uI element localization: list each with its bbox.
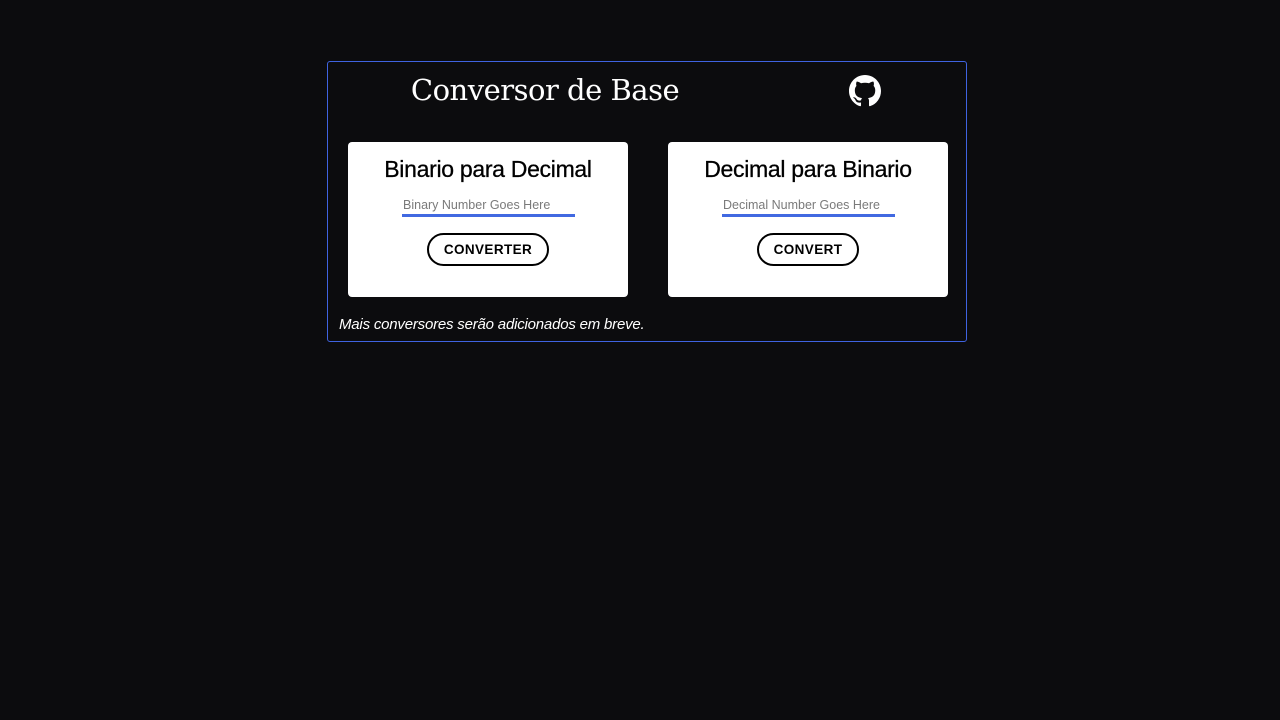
page-title: Conversor de Base xyxy=(410,73,680,107)
convert-binary-button[interactable]: CONVERTER xyxy=(427,233,549,266)
decimal-number-input[interactable] xyxy=(722,195,895,217)
decimal-to-binary-heading: Decimal para Binario xyxy=(704,156,912,182)
github-link[interactable] xyxy=(849,75,881,107)
convert-decimal-button[interactable]: CONVERT xyxy=(757,233,859,266)
converter-panel: Conversor de Base Binario para Decimal C… xyxy=(327,61,967,342)
binary-to-decimal-card: Binario para Decimal CONVERTER xyxy=(348,142,628,297)
github-icon xyxy=(849,75,881,107)
binary-number-input[interactable] xyxy=(402,195,575,217)
binary-to-decimal-heading: Binario para Decimal xyxy=(384,156,592,182)
decimal-to-binary-card: Decimal para Binario CONVERT xyxy=(668,142,948,297)
footer-note: Mais conversores serão adicionados em br… xyxy=(339,316,645,333)
